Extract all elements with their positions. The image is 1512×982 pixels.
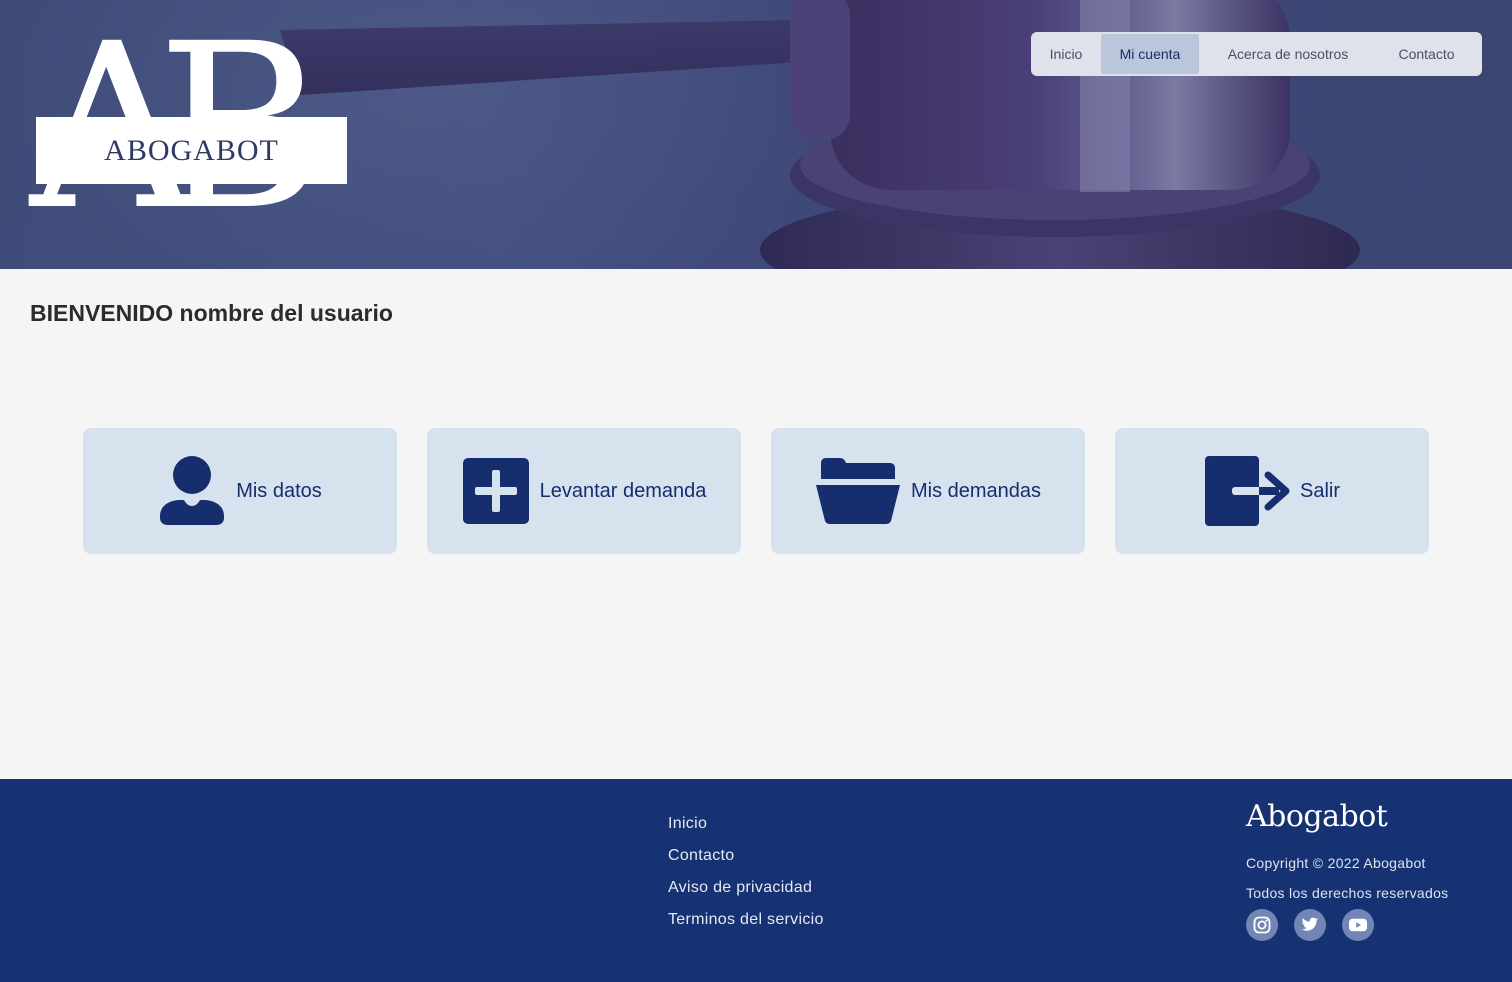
mis-demandas-card[interactable]: Mis demandas bbox=[771, 428, 1085, 554]
footer-rights: Todos los derechos reservados bbox=[1246, 885, 1449, 901]
sign-out-icon bbox=[1204, 456, 1290, 526]
logo-wordmark: ABOGABOT bbox=[104, 133, 279, 167]
nav-item-mi-cuenta[interactable]: Mi cuenta bbox=[1101, 34, 1199, 74]
footer-link-inicio[interactable]: Inicio bbox=[668, 814, 824, 846]
welcome-heading: BIENVENIDO nombre del usuario bbox=[30, 300, 393, 326]
account-actions: Mis datos Levantar demanda Mis demandas … bbox=[83, 428, 1429, 554]
folder-open-icon bbox=[815, 458, 900, 524]
twitter-link[interactable] bbox=[1294, 909, 1326, 941]
nav-item-contacto[interactable]: Contacto bbox=[1377, 34, 1476, 74]
social-links bbox=[1246, 909, 1390, 941]
footer-link-contacto[interactable]: Contacto bbox=[668, 846, 824, 878]
levantar-demanda-card[interactable]: Levantar demanda bbox=[427, 428, 741, 554]
instagram-link[interactable] bbox=[1246, 909, 1278, 941]
site-footer: Inicio Contacto Aviso de privacidad Term… bbox=[0, 779, 1512, 982]
youtube-icon bbox=[1349, 918, 1367, 932]
instagram-icon bbox=[1253, 916, 1271, 934]
footer-brand-name: Abogabot bbox=[1246, 799, 1388, 834]
mis-datos-card[interactable]: Mis datos bbox=[83, 428, 397, 554]
logo-plate: ABOGABOT bbox=[36, 117, 347, 184]
youtube-link[interactable] bbox=[1342, 909, 1374, 941]
footer-brand: Abogabot bbox=[1246, 799, 1388, 834]
user-icon bbox=[160, 456, 225, 525]
mis-datos-label: Mis datos bbox=[236, 479, 322, 502]
plus-square-icon bbox=[462, 458, 529, 524]
hero-header: AB ABOGABOT Inicio Mi cuenta Acerca de n… bbox=[0, 0, 1512, 269]
footer-copyright: Copyright © 2022 Abogabot bbox=[1246, 855, 1426, 871]
footer-link-aviso-de-privacidad[interactable]: Aviso de privacidad bbox=[668, 878, 824, 910]
salir-card[interactable]: Salir bbox=[1115, 428, 1429, 554]
footer-link-terminos-del-servicio[interactable]: Terminos del servicio bbox=[668, 910, 824, 942]
nav-item-acerca-de-nosotros[interactable]: Acerca de nosotros bbox=[1199, 34, 1377, 74]
footer-links: Inicio Contacto Aviso de privacidad Term… bbox=[668, 814, 824, 942]
levantar-demanda-label: Levantar demanda bbox=[539, 479, 707, 502]
mis-demandas-label: Mis demandas bbox=[910, 479, 1042, 502]
twitter-icon bbox=[1301, 917, 1319, 931]
nav-item-inicio[interactable]: Inicio bbox=[1031, 34, 1101, 74]
main-nav: Inicio Mi cuenta Acerca de nosotros Cont… bbox=[1031, 32, 1482, 76]
salir-label: Salir bbox=[1299, 479, 1340, 502]
abogabot-logo[interactable]: AB ABOGABOT bbox=[30, 12, 350, 242]
